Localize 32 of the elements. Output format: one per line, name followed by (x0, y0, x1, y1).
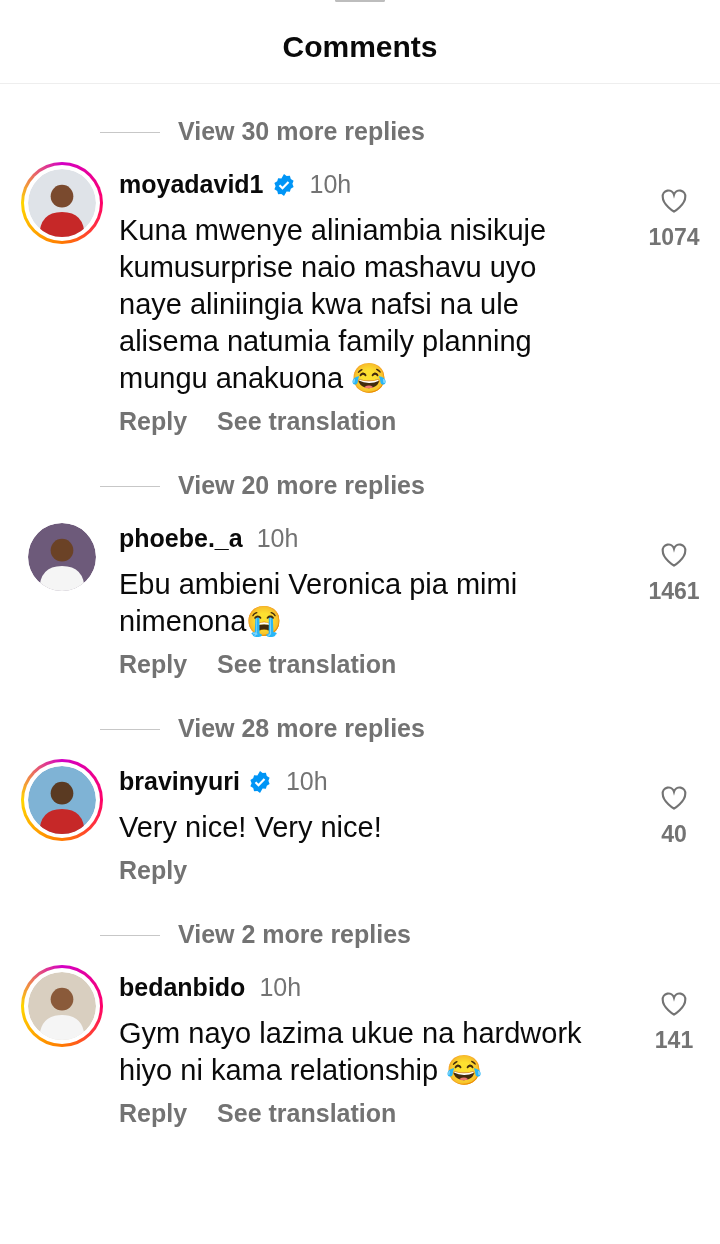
comment-text: Ebu ambieni Veronica pia mimi nimenona😭 (119, 566, 519, 639)
translation-link[interactable]: See translation (217, 645, 397, 683)
reply-button[interactable]: Reply (119, 402, 188, 440)
heart-icon[interactable] (659, 540, 689, 570)
timestamp: 10h (309, 169, 352, 200)
reply-button[interactable]: Reply (119, 1094, 188, 1132)
translation-link[interactable]: See translation (217, 1094, 397, 1132)
username[interactable]: phoebe._a (119, 520, 243, 558)
username[interactable]: bedanbido (119, 969, 246, 1007)
comment-text: Kuna mwenye aliniambia nisikuje kumusurprise naio mashavu uyo naye aliniingia kwa nafsi na ule alisema natumia family planning mungu anakuona 😂 (119, 212, 548, 396)
reply-button[interactable]: Reply (119, 645, 188, 683)
heart-icon[interactable] (659, 186, 689, 216)
heart-icon[interactable] (659, 783, 689, 813)
like-count: 1461 (648, 577, 700, 606)
like-count: 1074 (648, 223, 700, 252)
view-replies-link[interactable]: View 28 more replies (178, 710, 425, 748)
translation-link[interactable]: See translation (217, 402, 397, 440)
comment-text: Very nice! Very nice! (119, 809, 383, 845)
like-count: 40 (661, 820, 687, 849)
view-replies-link[interactable]: View 20 more replies (178, 467, 425, 505)
reply-button[interactable]: Reply (119, 851, 188, 889)
username[interactable]: bravinyuri (119, 763, 240, 801)
like-count: 141 (654, 1026, 694, 1055)
username[interactable]: moyadavid1 (119, 166, 264, 204)
timestamp: 10h (259, 972, 302, 1003)
comment-text: Gym nayo lazima ukue na hardwork hiyo ni kama relationship 😂 (119, 1015, 583, 1088)
timestamp: 10h (285, 766, 328, 797)
heart-icon[interactable] (659, 989, 689, 1019)
timestamp: 10h (256, 523, 299, 554)
header-title: Comments (282, 29, 438, 65)
view-replies-link[interactable]: View 30 more replies (178, 113, 425, 151)
view-replies-link[interactable]: View 2 more replies (178, 916, 411, 954)
